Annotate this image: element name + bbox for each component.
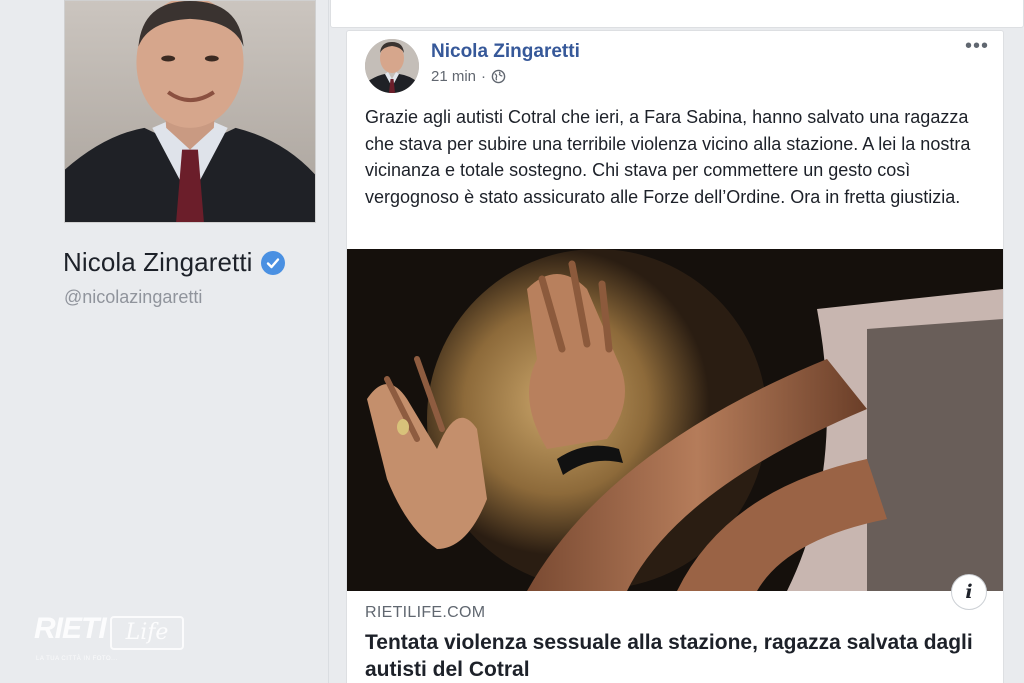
post-card: Nicola Zingaretti 21 min · ••• Grazie ag… <box>346 30 1004 683</box>
watermark-tagline: LA TUA CITTÀ IN FOTO... <box>36 656 118 662</box>
watermark-life-logo: Life <box>110 616 184 650</box>
watermark-logo: RIETI Life LA TUA CITTÀ IN FOTO... <box>34 612 184 668</box>
post-author-avatar[interactable] <box>365 39 419 93</box>
profile-name[interactable]: Nicola Zingaretti <box>63 247 253 278</box>
post-timestamp[interactable]: 21 min <box>431 68 476 85</box>
post-author-name[interactable]: Nicola Zingaretti <box>431 41 580 63</box>
profile-photo[interactable] <box>64 0 316 223</box>
link-title[interactable]: Tentata violenza sessuale alla stazione,… <box>365 629 985 683</box>
profile-handle[interactable]: @nicolazingaretti <box>64 287 202 308</box>
post-text: Grazie agli autisti Cotral che ieri, a F… <box>365 107 971 207</box>
watermark-brand: RIETI <box>34 612 107 645</box>
meta-separator: · <box>481 68 487 85</box>
post-meta: 21 min · <box>431 68 506 85</box>
verified-badge-icon <box>260 250 285 275</box>
post-link-image[interactable] <box>347 249 1003 591</box>
globe-icon[interactable] <box>491 69 506 84</box>
top-card <box>330 0 1024 28</box>
column-divider <box>328 0 329 683</box>
more-options-icon[interactable]: ••• <box>965 35 989 58</box>
profile-sidebar: Nicola Zingaretti @nicolazingaretti RIET… <box>0 0 328 683</box>
link-domain[interactable]: RIETILIFE.COM <box>365 604 485 622</box>
info-icon[interactable]: i <box>951 574 987 610</box>
